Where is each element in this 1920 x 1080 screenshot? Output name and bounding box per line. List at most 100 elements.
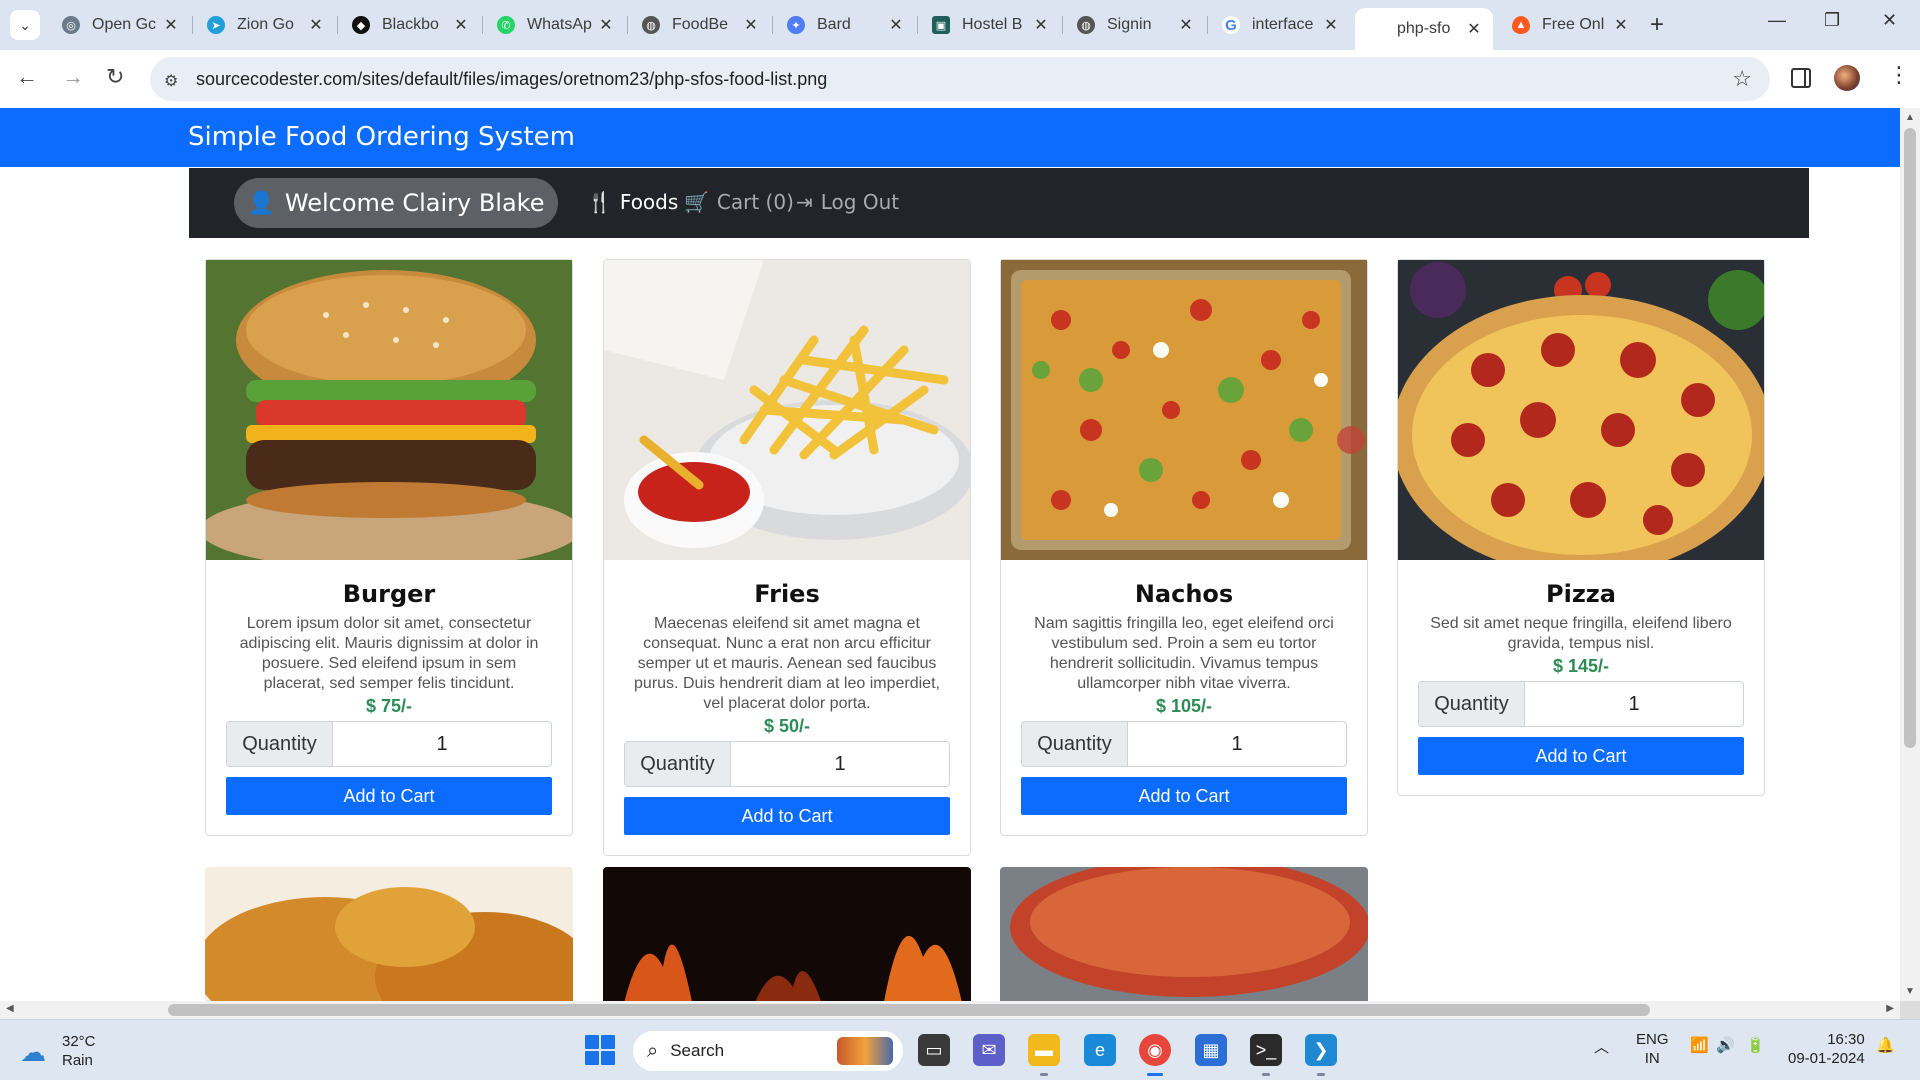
close-icon[interactable]: ✕ (1465, 19, 1483, 39)
language-indicator[interactable]: ENG IN (1636, 1030, 1669, 1068)
tab-separator (192, 16, 193, 34)
tab-10[interactable]: ▲ Free Onl ✕ (1500, 8, 1640, 42)
window-close-icon[interactable]: ✕ (1882, 10, 1897, 31)
tab-1[interactable]: ➤ Zion Go ✕ (195, 8, 335, 42)
start-windows-icon[interactable] (585, 1035, 615, 1065)
tab-3[interactable]: ✆ WhatsAp ✕ (485, 8, 625, 42)
tab-5[interactable]: ✦ Bard ✕ (775, 8, 915, 42)
tab-6[interactable]: ▣ Hostel B ✕ (920, 8, 1060, 42)
notification-bell-icon[interactable]: 🔔 (1876, 1036, 1895, 1054)
site-info-icon[interactable]: ⚙ (164, 71, 184, 90)
taskbar-search[interactable]: ⌕ Search (633, 1031, 903, 1071)
browser-menu-icon[interactable]: ⋮ (1888, 62, 1910, 88)
add-to-cart-button[interactable]: Add to Cart (1021, 777, 1347, 815)
forward-arrow-icon[interactable]: → (62, 64, 84, 90)
tray-chevron-up-icon[interactable]: ︿ (1594, 1036, 1609, 1057)
close-icon[interactable]: ✕ (742, 15, 760, 35)
close-icon[interactable]: ✕ (162, 15, 180, 35)
cart-icon: 🛒 (684, 190, 709, 214)
quantity-input[interactable]: 1 (1525, 682, 1743, 726)
add-to-cart-button[interactable]: Add to Cart (226, 777, 552, 815)
tab-0[interactable]: ◎ Open Gc ✕ (50, 8, 190, 42)
quantity-input[interactable]: 1 (1128, 722, 1346, 766)
horizontal-scroll-thumb[interactable] (168, 1004, 1650, 1016)
close-icon[interactable]: ✕ (452, 15, 470, 35)
battery-icon[interactable]: 🔋 (1746, 1036, 1765, 1054)
terminal-icon[interactable]: >_ (1250, 1034, 1282, 1076)
tab-separator (772, 16, 773, 34)
quantity-input[interactable]: 1 (731, 742, 949, 786)
bookmark-star-icon[interactable]: ☆ (1732, 66, 1752, 92)
close-icon[interactable]: ✕ (887, 15, 905, 35)
tab-9-active[interactable]: php-sfo ✕ (1355, 8, 1493, 50)
close-icon[interactable]: ✕ (307, 15, 325, 35)
wifi-icon[interactable]: 📶 (1690, 1036, 1709, 1054)
file-explorer-icon[interactable]: ▬ (1028, 1034, 1060, 1076)
horizontal-scrollbar[interactable]: ◀ ▶ (0, 1001, 1900, 1019)
food-name: Fries (754, 580, 820, 608)
restore-icon[interactable]: ❐ (1824, 10, 1840, 31)
scroll-right-icon[interactable]: ▶ (1886, 1003, 1894, 1014)
tab-4[interactable]: ◍ FoodBe ✕ (630, 8, 770, 42)
task-view-icon[interactable]: ▭ (918, 1034, 950, 1066)
food-description: Nam sagittis fringilla leo, eget eleifen… (1034, 615, 1334, 692)
clock[interactable]: 16:30 09-01-2024 (1788, 1030, 1865, 1068)
food-card-body: Burger Lorem ipsum dolor sit amet, conse… (206, 560, 572, 835)
site-brand[interactable]: Simple Food Ordering System (188, 122, 575, 152)
volume-icon[interactable]: 🔊 (1716, 1036, 1735, 1054)
user-icon: 👤 (247, 190, 275, 216)
quantity-input[interactable]: 1 (333, 722, 551, 766)
scroll-down-icon[interactable]: ▼ (1905, 986, 1915, 997)
address-bar[interactable]: ⚙ sourcecodester.com/sites/default/files… (150, 57, 1770, 101)
fried-chicken-illustration (205, 867, 573, 1001)
side-panel-icon[interactable] (1791, 68, 1811, 88)
tab-8[interactable]: Ginterface ✕ (1210, 8, 1350, 42)
new-tab-plus-icon[interactable]: + (1650, 11, 1664, 39)
search-icon: ⌕ (647, 1039, 659, 1062)
nav-cart-link[interactable]: 🛒 Cart (0) (684, 190, 794, 214)
weather-temp: 32°C (62, 1033, 96, 1050)
welcome-user-pill[interactable]: 👤 Welcome Clairy Blake (234, 178, 558, 228)
close-icon[interactable]: ✕ (1322, 15, 1340, 35)
nav-logout-link[interactable]: ⇥ Log Out (796, 190, 899, 214)
quantity-label: Quantity (1022, 722, 1128, 766)
teams-chat-icon[interactable]: ✉ (973, 1034, 1005, 1066)
vscode-icon[interactable]: ❯ (1305, 1034, 1337, 1076)
tab-7[interactable]: ◍ Signin ✕ (1065, 8, 1205, 42)
edge-browser-icon[interactable]: e (1084, 1034, 1116, 1066)
welcome-text: Welcome Clairy Blake (284, 189, 545, 217)
chrome-browser-icon[interactable]: ◉ (1139, 1034, 1171, 1076)
weather-widget[interactable]: ☁ 32°C Rain (20, 1032, 96, 1070)
close-icon[interactable]: ✕ (1032, 15, 1050, 35)
add-to-cart-button[interactable]: Add to Cart (1418, 737, 1744, 775)
tab-separator (482, 16, 483, 34)
vertical-scrollbar[interactable]: ▲ ▼ (1900, 108, 1920, 1001)
vertical-scroll-thumb[interactable] (1904, 128, 1916, 748)
whatsapp-icon: ✆ (497, 16, 515, 34)
food-card-burger: Burger Lorem ipsum dolor sit amet, conse… (205, 259, 573, 836)
food-name: Burger (342, 580, 436, 608)
url-text[interactable]: sourcecodester.com/sites/default/files/i… (196, 69, 827, 90)
tab-2[interactable]: ◆ Blackbo ✕ (340, 8, 480, 42)
nav-foods-link[interactable]: 🍴 Foods (587, 190, 678, 214)
reload-icon[interactable]: ↻ (106, 64, 124, 90)
nachos-image (1001, 260, 1367, 560)
microsoft-store-icon[interactable]: ▦ (1195, 1034, 1227, 1066)
pizza-illustration (1398, 260, 1764, 560)
close-icon[interactable]: ✕ (1177, 15, 1195, 35)
profile-avatar[interactable] (1834, 65, 1860, 91)
close-icon[interactable]: ✕ (1612, 15, 1630, 35)
back-arrow-icon[interactable]: ← (16, 64, 38, 90)
tab-separator (1062, 16, 1063, 34)
add-to-cart-button[interactable]: Add to Cart (624, 797, 950, 835)
minimize-icon[interactable]: — (1768, 10, 1786, 31)
pizza-image (1398, 260, 1764, 560)
scroll-left-icon[interactable]: ◀ (6, 1003, 14, 1014)
food-name: Pizza (1546, 580, 1616, 608)
close-icon[interactable]: ✕ (597, 15, 615, 35)
fries-image (604, 260, 970, 560)
blackbox-icon: ◆ (352, 16, 370, 34)
scroll-up-icon[interactable]: ▲ (1905, 112, 1915, 123)
language-code: ENG (1636, 1031, 1669, 1048)
tab-search-chevron-icon[interactable]: ⌄ (10, 10, 40, 40)
